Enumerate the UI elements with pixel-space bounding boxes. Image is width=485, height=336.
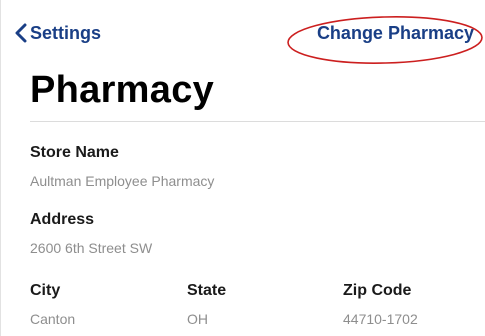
store-name-value: Aultman Employee Pharmacy xyxy=(30,173,215,189)
zip-code-value: 44710-1702 xyxy=(343,311,418,327)
chevron-left-icon xyxy=(15,23,27,43)
city-value: Canton xyxy=(30,311,76,327)
pharmacy-screen: Settings Change Pharmacy Pharmacy Store … xyxy=(0,0,485,336)
state-label: State xyxy=(187,282,227,299)
back-button-label: Settings xyxy=(30,23,102,43)
back-button[interactable]: Settings xyxy=(15,21,101,45)
store-name-label: Store Name xyxy=(30,144,119,161)
address-value: 2600 6th Street SW xyxy=(30,240,153,256)
zip-code-label: Zip Code xyxy=(343,282,412,299)
change-pharmacy-button[interactable]: Change Pharmacy xyxy=(317,21,474,45)
state-value: OH xyxy=(187,311,208,327)
page-title: Pharmacy xyxy=(30,69,215,111)
address-label: Address xyxy=(30,211,95,228)
city-label: City xyxy=(30,282,61,299)
title-divider xyxy=(30,121,485,122)
